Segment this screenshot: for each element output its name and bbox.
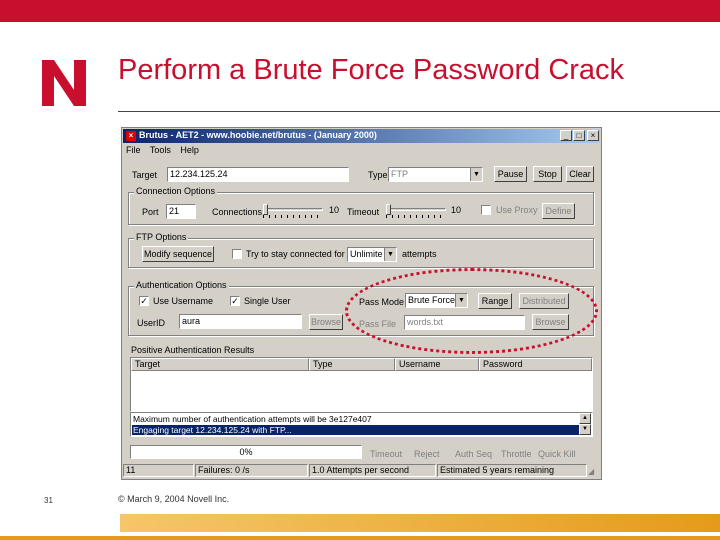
- progress-bar: 0%: [130, 445, 362, 459]
- reject-indicator: Reject: [414, 449, 440, 459]
- menu-help[interactable]: Help: [180, 145, 199, 155]
- userid-label: UserID: [137, 318, 166, 328]
- minimize-button[interactable]: _: [560, 130, 572, 141]
- use-username-label: Use Username: [153, 296, 214, 306]
- stop-button[interactable]: Stop: [533, 166, 562, 182]
- single-user-label: Single User: [244, 296, 291, 306]
- status-rate: 1.0 Attempts per second: [309, 464, 436, 477]
- use-proxy-label: Use Proxy: [496, 205, 538, 215]
- column-header-password[interactable]: Password: [479, 358, 592, 371]
- throttle-indicator: Throttle: [501, 449, 532, 459]
- target-input[interactable]: 12.234.125.24: [167, 167, 349, 182]
- status-failures: Failures: 0 /s: [195, 464, 308, 477]
- type-select[interactable]: FTP ▼: [388, 167, 483, 182]
- menu-file[interactable]: File: [126, 145, 141, 155]
- timeout-label: Timeout: [347, 207, 380, 217]
- clear-button[interactable]: Clear: [566, 166, 594, 182]
- port-input[interactable]: 21: [166, 204, 196, 219]
- window-title: Brutus - AET2 - www.hoobie.net/brutus - …: [139, 130, 377, 140]
- try-stay-connected-label: Try to stay connected for: [246, 249, 345, 259]
- top-accent-bar: [0, 0, 720, 22]
- try-stay-connected-checkbox[interactable]: [232, 249, 242, 259]
- slide-title: Perform a Brute Force Password Crack: [118, 54, 625, 86]
- timeout-value: 10: [451, 205, 462, 215]
- authentication-options-title: Authentication Options: [134, 280, 229, 290]
- results-title: Positive Authentication Results: [131, 345, 255, 355]
- page-number: 31: [44, 496, 53, 505]
- pause-button[interactable]: Pause: [494, 166, 527, 182]
- define-button[interactable]: Define: [542, 203, 575, 219]
- title-divider: [118, 111, 720, 112]
- single-user-checkbox[interactable]: ✓: [230, 296, 240, 306]
- connections-value: 10: [329, 205, 340, 215]
- chevron-down-icon[interactable]: ▼: [384, 248, 396, 261]
- ftp-options-title: FTP Options: [134, 232, 189, 242]
- app-icon: ×: [126, 131, 136, 141]
- scroll-down-icon[interactable]: ▼: [579, 424, 591, 435]
- port-label: Port: [142, 207, 159, 217]
- menu-bar: File Tools Help: [126, 145, 206, 157]
- use-username-checkbox[interactable]: ✓: [139, 296, 149, 306]
- highlight-ellipse: [345, 268, 598, 354]
- chevron-down-icon[interactable]: ▼: [470, 168, 482, 181]
- window-titlebar[interactable]: × Brutus - AET2 - www.hoobie.net/brutus …: [123, 129, 600, 143]
- status-estimate: Estimated 5 years remaining: [437, 464, 587, 477]
- connections-slider[interactable]: [263, 204, 323, 218]
- attempts-select-value: Unlimite: [350, 249, 383, 259]
- target-label: Target: [132, 170, 158, 180]
- column-header-type[interactable]: Type: [309, 358, 395, 371]
- userid-input[interactable]: aura: [179, 314, 302, 329]
- type-select-value: FTP: [391, 169, 408, 179]
- connections-label: Connections: [212, 207, 263, 217]
- log-line: Maximum number of authentication attempt…: [133, 414, 372, 424]
- log-line-selected[interactable]: Engaging target 12.234.125.24 with FTP..…: [132, 425, 579, 435]
- novell-logo-icon: [42, 60, 86, 106]
- attempts-label: attempts: [402, 249, 437, 259]
- quick-kill-indicator: Quick Kill: [538, 449, 576, 459]
- column-header-target[interactable]: Target: [131, 358, 309, 371]
- maximize-button[interactable]: □: [573, 130, 585, 141]
- auth-seq-indicator: Auth Seq: [455, 449, 493, 459]
- copyright-notice: © March 9, 2004 Novell Inc.: [118, 494, 230, 504]
- connection-options-title: Connection Options: [134, 186, 218, 196]
- resize-grip-icon[interactable]: ◢: [588, 467, 594, 476]
- scroll-up-icon[interactable]: ▲: [579, 413, 591, 424]
- attempts-select[interactable]: Unlimite ▼: [347, 247, 397, 262]
- bottom-accent-line: [0, 536, 720, 540]
- type-label: Type: [368, 170, 388, 180]
- timeout-indicator: Timeout: [370, 449, 403, 459]
- timeout-slider[interactable]: [386, 204, 446, 218]
- log-panel: Maximum number of authentication attempt…: [130, 412, 593, 437]
- bottom-accent-bar: [120, 514, 720, 532]
- results-table: Target Type Username Password: [130, 357, 593, 412]
- close-button[interactable]: ×: [587, 130, 599, 141]
- use-proxy-checkbox[interactable]: [481, 205, 491, 215]
- status-count: 11: [123, 464, 194, 477]
- menu-tools[interactable]: Tools: [150, 145, 171, 155]
- userid-browse-button[interactable]: Browse: [309, 314, 343, 330]
- column-header-username[interactable]: Username: [395, 358, 479, 371]
- modify-sequence-button[interactable]: Modify sequence: [142, 246, 214, 262]
